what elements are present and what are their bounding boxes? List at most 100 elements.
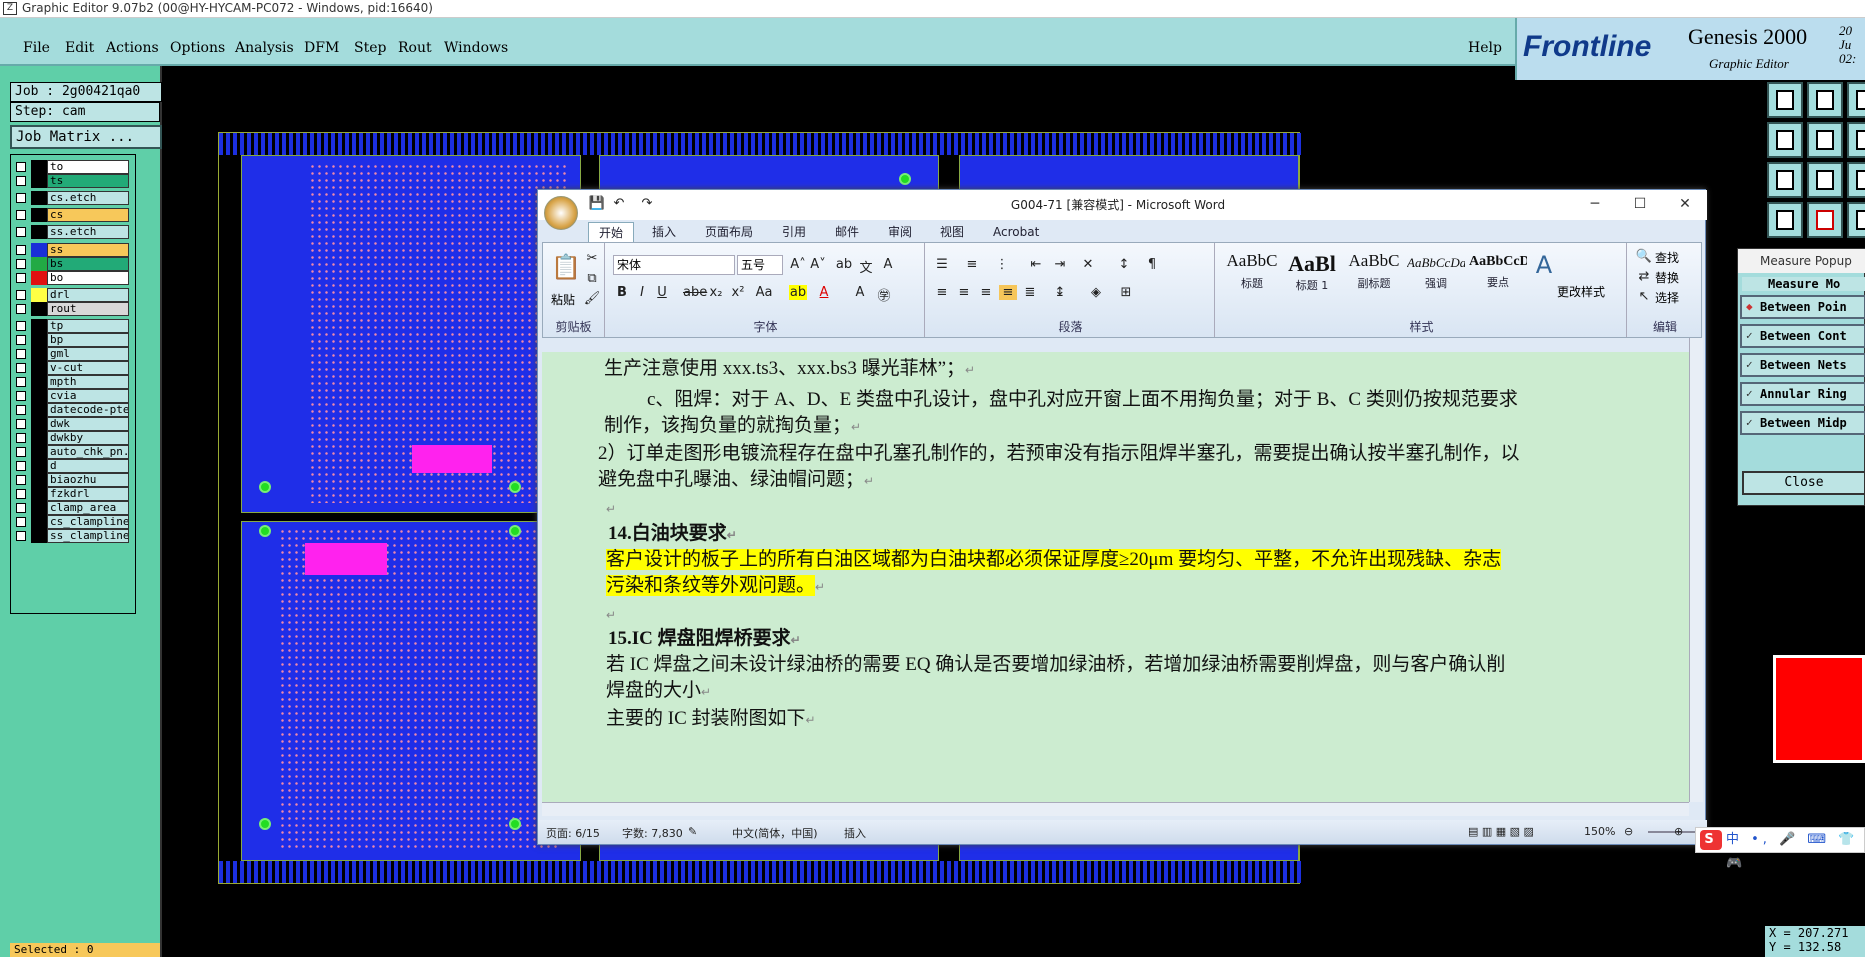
layer-checkbox[interactable] xyxy=(16,304,26,314)
paste-icon[interactable]: 📋 xyxy=(551,253,581,281)
measure-between-contours[interactable]: ✓ Between Cont xyxy=(1740,324,1865,348)
layer-name[interactable]: cs_clampline xyxy=(47,515,129,529)
layer-row-auto-chk-pn-[interactable]: auto_chk_pn. xyxy=(14,445,132,459)
tool-button[interactable] xyxy=(1807,162,1843,198)
layer-checkbox[interactable] xyxy=(16,349,26,359)
align-left-icon[interactable]: ≡ xyxy=(933,285,951,300)
menu-analysis[interactable]: Analysis xyxy=(235,40,294,56)
measure-annular-ring[interactable]: ✓ Annular Ring xyxy=(1740,382,1865,406)
tool-button[interactable] xyxy=(1767,202,1803,238)
menu-rout[interactable]: Rout xyxy=(398,40,432,56)
office-button[interactable] xyxy=(544,196,578,230)
tool-button[interactable] xyxy=(1767,82,1803,118)
bullets-icon[interactable]: ☰ xyxy=(933,257,951,272)
status-language[interactable]: 中文(简体，中国) xyxy=(732,825,818,841)
layer-name[interactable]: biaozhu xyxy=(47,473,129,487)
layer-checkbox[interactable] xyxy=(16,176,26,186)
layer-row-biaozhu[interactable]: biaozhu xyxy=(14,473,132,487)
layer-checkbox[interactable] xyxy=(16,391,26,401)
layer-row-drl[interactable]: drl xyxy=(14,288,132,302)
layer-name[interactable]: ts xyxy=(47,174,129,188)
layer-row-gml[interactable]: gml xyxy=(14,347,132,361)
char-shading-icon[interactable]: A xyxy=(851,285,869,300)
redo-icon[interactable]: ↷ xyxy=(638,196,656,211)
tool-button[interactable] xyxy=(1847,202,1865,238)
layer-checkbox[interactable] xyxy=(16,290,26,300)
copy-icon[interactable]: ⧉ xyxy=(583,271,601,286)
layer-checkbox[interactable] xyxy=(16,447,26,457)
layer-row-bo[interactable]: bo xyxy=(14,271,132,285)
shading-icon[interactable]: ◈ xyxy=(1087,285,1105,300)
layer-name[interactable]: ss xyxy=(47,243,129,257)
layer-row-mpth[interactable]: mpth xyxy=(14,375,132,389)
layer-name[interactable]: clamp_area xyxy=(47,501,129,515)
borders-icon[interactable]: ⊞ xyxy=(1117,285,1135,300)
find-icon[interactable]: 🔍 xyxy=(1635,249,1653,264)
layer-checkbox[interactable] xyxy=(16,419,26,429)
clear-format-icon[interactable]: ab xyxy=(835,257,853,272)
superscript-icon[interactable]: x² xyxy=(729,285,747,300)
layer-row-ss-etch[interactable]: ss.etch xyxy=(14,225,132,239)
layer-name[interactable]: to xyxy=(47,160,129,174)
layer-row-fzkdrl[interactable]: fzkdrl xyxy=(14,487,132,501)
paste-label[interactable]: 粘贴 xyxy=(551,291,575,308)
numbering-icon[interactable]: ≡ xyxy=(963,257,981,272)
layer-checkbox[interactable] xyxy=(16,517,26,527)
format-painter-icon[interactable]: 🖌 xyxy=(583,291,601,306)
menu-windows[interactable]: Windows xyxy=(444,40,508,56)
layer-row-cs-etch[interactable]: cs.etch xyxy=(14,191,132,205)
layer-checkbox[interactable] xyxy=(16,321,26,331)
tool-button[interactable] xyxy=(1807,82,1843,118)
layer-checkbox[interactable] xyxy=(16,335,26,345)
status-words[interactable]: 字数: 7,830 xyxy=(622,825,683,841)
layer-row-tp[interactable]: tp xyxy=(14,319,132,333)
menu-options[interactable]: Options xyxy=(170,40,225,56)
char-border-icon[interactable]: A xyxy=(879,257,897,272)
tab-layout[interactable]: 页面布局 xyxy=(705,222,753,242)
menu-help[interactable]: Help xyxy=(1468,40,1502,56)
layer-name[interactable]: cs.etch xyxy=(47,191,129,205)
sort-icon[interactable]: ↕ xyxy=(1115,257,1133,272)
cut-icon[interactable]: ✂ xyxy=(583,251,601,266)
undo-icon[interactable]: ↶ xyxy=(610,196,628,211)
layer-row-to[interactable]: to xyxy=(14,160,132,174)
layer-checkbox[interactable] xyxy=(16,531,26,541)
font-color-icon[interactable]: A xyxy=(815,285,833,300)
layer-name[interactable]: rout xyxy=(47,302,129,316)
measure-between-midpoints[interactable]: ✓ Between Midp xyxy=(1740,411,1865,435)
layer-name[interactable]: gml xyxy=(47,347,129,361)
menu-edit[interactable]: Edit xyxy=(65,40,94,56)
measure-between-nets[interactable]: ✓ Between Nets xyxy=(1740,353,1865,377)
vertical-scrollbar[interactable] xyxy=(1689,338,1703,802)
shrink-font-icon[interactable]: A˅ xyxy=(809,257,827,272)
tab-acrobat[interactable]: Acrobat xyxy=(993,222,1039,242)
tab-mailings[interactable]: 邮件 xyxy=(835,222,859,242)
subscript-icon[interactable]: x₂ xyxy=(707,285,725,300)
layer-checkbox[interactable] xyxy=(16,210,26,220)
layer-row-dwk[interactable]: dwk xyxy=(14,417,132,431)
tool-button[interactable] xyxy=(1847,82,1865,118)
layer-name[interactable]: dwk xyxy=(47,417,129,431)
status-page[interactable]: 页面: 6/15 xyxy=(546,825,600,841)
layer-checkbox[interactable] xyxy=(16,475,26,485)
highlight-icon[interactable]: ab xyxy=(789,285,807,300)
bold-icon[interactable]: B xyxy=(613,285,631,300)
maximize-button[interactable]: ☐ xyxy=(1628,194,1652,214)
measure-between-points[interactable]: ◆ Between Poin xyxy=(1740,295,1865,319)
job-matrix-button[interactable]: Job Matrix ... xyxy=(10,125,162,149)
layer-checkbox[interactable] xyxy=(16,433,26,443)
chinese-layout-icon[interactable]: ✕ xyxy=(1079,257,1097,272)
menu-file[interactable]: File xyxy=(23,40,50,56)
tab-insert[interactable]: 插入 xyxy=(652,222,676,242)
layer-row-cs-clampline[interactable]: cs_clampline xyxy=(14,515,132,529)
increase-indent-icon[interactable]: ⇥ xyxy=(1051,257,1069,272)
layer-row-dwkby[interactable]: dwkby xyxy=(14,431,132,445)
tab-view[interactable]: 视图 xyxy=(940,222,964,242)
tool-button[interactable] xyxy=(1807,122,1843,158)
tab-references[interactable]: 引用 xyxy=(782,222,806,242)
layer-row-rout[interactable]: rout xyxy=(14,302,132,316)
layer-row-ss-clampline[interactable]: ss_clampline xyxy=(14,529,132,543)
layer-checkbox[interactable] xyxy=(16,162,26,172)
layer-name[interactable]: datecode-pte xyxy=(47,403,129,417)
minimize-button[interactable]: ─ xyxy=(1583,194,1607,214)
